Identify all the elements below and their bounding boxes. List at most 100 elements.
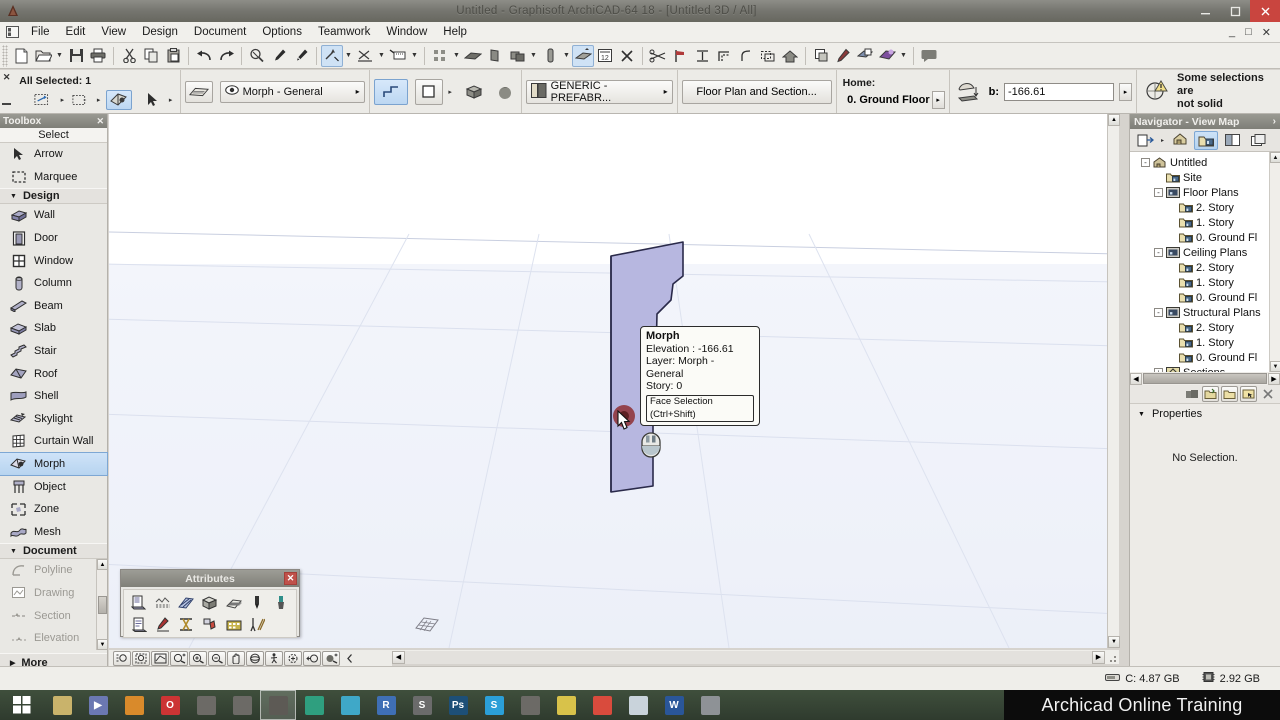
tree-collapse-icon[interactable]: - — [1141, 158, 1150, 167]
toolbox-item-polyline[interactable]: Polyline — [0, 559, 107, 582]
document-close-button[interactable]: ✕ — [1257, 26, 1276, 39]
selection-arrow-icon[interactable] — [31, 90, 55, 110]
cut-icon[interactable] — [118, 45, 140, 67]
orbit-icon[interactable] — [246, 650, 264, 666]
find-select-icon[interactable] — [246, 45, 268, 67]
pick-up-parameters-icon[interactable] — [268, 45, 290, 67]
navigator-settings-tab[interactable] — [1133, 131, 1157, 150]
render-icon[interactable] — [876, 45, 898, 67]
intersect-icon[interactable] — [616, 45, 638, 67]
fill-types-icon[interactable] — [152, 593, 175, 613]
copy-icon[interactable] — [140, 45, 162, 67]
comment-icon[interactable] — [918, 45, 940, 67]
tree-collapse-icon[interactable]: - — [1154, 308, 1163, 317]
fit-in-window-icon[interactable] — [151, 650, 169, 666]
taskbar-sketch-icon[interactable]: S — [404, 690, 440, 720]
taskbar-location-icon[interactable] — [296, 690, 332, 720]
toolbox-item-slab[interactable]: Slab — [0, 317, 107, 340]
navigator-tree-item[interactable]: - Structural Plans — [1133, 305, 1280, 320]
taskbar-archicad-2-icon[interactable] — [224, 690, 260, 720]
favorites-icon[interactable] — [184, 80, 213, 103]
toolbox-item-marquee[interactable]: Marquee — [0, 166, 107, 189]
toolbox-item-stair[interactable]: Stair — [0, 340, 107, 363]
attributes-close-icon[interactable]: ✕ — [284, 572, 297, 585]
solid-element-operations-icon[interactable] — [462, 45, 484, 67]
previous-zoom-icon[interactable] — [284, 650, 302, 666]
elevate-icon[interactable] — [572, 44, 594, 67]
toolbox-item-wall[interactable]: Wall — [0, 204, 107, 227]
arrow-tool-icon[interactable] — [142, 90, 164, 110]
taskbar-media-player-icon[interactable]: ▶ — [80, 690, 116, 720]
navigator-properties-header[interactable]: ▼ Properties — [1130, 404, 1280, 424]
toolbox-item-section[interactable]: Section — [0, 604, 107, 627]
split-icon[interactable] — [647, 45, 669, 67]
geometry-method-dropdown-icon[interactable]: ▸ — [445, 81, 456, 103]
toolbox-item-skylight[interactable]: Skylight — [0, 408, 107, 431]
open-file-icon[interactable] — [32, 45, 54, 67]
zoom-to-selection-icon[interactable] — [132, 650, 150, 666]
navigator-hscroll-thumb[interactable] — [1143, 373, 1267, 384]
viewport-scroll-right-icon[interactable]: ▶ — [1092, 650, 1105, 664]
trim-dropdown-arrow-icon[interactable]: ▼ — [376, 45, 387, 67]
navigator-tree-item[interactable]: - Floor Plans — [1133, 185, 1280, 200]
view-settings-icon[interactable] — [1240, 386, 1257, 402]
menu-item-teamwork[interactable]: Teamwork — [310, 23, 378, 41]
measure-dropdown-arrow-icon[interactable]: ▼ — [409, 45, 420, 67]
toolbox-item-shell[interactable]: Shell — [0, 385, 107, 408]
building-material-arrow-icon[interactable]: ▸ — [658, 87, 668, 96]
info-box-close[interactable]: ✕ — [0, 70, 13, 113]
elevation-reference-icon[interactable] — [954, 82, 984, 102]
menu-item-window[interactable]: Window — [378, 23, 435, 41]
tree-expand-icon[interactable]: + — [1154, 368, 1163, 372]
taskbar-chrome-icon[interactable] — [584, 690, 620, 720]
explode-dropdown-arrow-icon[interactable]: ▼ — [451, 45, 462, 67]
chevron-right-icon[interactable]: › — [1273, 116, 1276, 127]
navigator-tree[interactable]: - Untitled Site - Floor Plans 2. Story 1. Stor… — [1130, 152, 1280, 372]
wall-connect-icon[interactable] — [484, 45, 506, 67]
toolbox-item-morph[interactable]: Morph — [0, 451, 108, 477]
home-story-dropdown-icon[interactable]: ▸ — [931, 90, 945, 109]
column-tool-icon[interactable] — [539, 45, 561, 67]
zoom-in-out-icon[interactable] — [170, 650, 188, 666]
viewport-horizontal-scrollbar[interactable]: ◀ ▶ — [392, 650, 1119, 664]
zoom-in-icon[interactable] — [189, 650, 207, 666]
zone-categories-icon[interactable] — [199, 614, 222, 634]
toolbox-group-design[interactable]: ▼ Design — [0, 188, 107, 205]
zoom-out-icon[interactable] — [208, 650, 226, 666]
toolbox-item-mesh[interactable]: Mesh — [0, 521, 107, 544]
magic-wand-icon[interactable] — [321, 44, 343, 67]
taskbar-archicad-active-icon[interactable] — [260, 690, 296, 720]
navigator-tree-item[interactable]: 1. Story — [1133, 215, 1280, 230]
paste-icon[interactable] — [162, 45, 184, 67]
toolbox-item-arrow[interactable]: Arrow — [0, 143, 107, 166]
taskbar-book-icon[interactable] — [620, 690, 656, 720]
selection-hotspot[interactable] — [611, 403, 637, 432]
prev-arrow-icon[interactable] — [341, 651, 359, 666]
navigator-tree-horizontal-scrollbar[interactable]: ◀ ▶ — [1130, 372, 1280, 385]
elevation-input[interactable] — [1004, 82, 1114, 101]
taskbar-notes-icon[interactable] — [548, 690, 584, 720]
toolbox-close-icon[interactable]: ✕ — [96, 116, 104, 127]
navigator-settings-arrow-icon[interactable]: ▸ — [1159, 129, 1166, 151]
pen-icon[interactable] — [832, 45, 854, 67]
align-icon[interactable] — [506, 45, 528, 67]
geometry-method-rect-icon[interactable] — [414, 78, 443, 105]
city-icon[interactable] — [222, 614, 245, 634]
redo-icon[interactable] — [215, 45, 237, 67]
navigator-tree-item[interactable]: - Ceiling Plans — [1133, 245, 1280, 260]
toolbox-item-drawing[interactable]: Drawing — [0, 582, 107, 605]
toolbar-grip[interactable] — [2, 44, 8, 67]
menu-item-document[interactable]: Document — [186, 23, 254, 41]
navigator-tree-item[interactable]: - Untitled — [1133, 155, 1280, 170]
morph-tool-icon[interactable] — [105, 89, 132, 110]
column-dropdown-arrow-icon[interactable]: ▼ — [561, 45, 572, 67]
navigator-tree-item[interactable]: + Sections — [1133, 365, 1280, 372]
toolbox-item-elevation[interactable]: Elevation — [0, 627, 107, 650]
navigator-tree-vertical-scrollbar[interactable]: ▲ ▼ — [1269, 152, 1280, 372]
toolbox-item-beam[interactable]: Beam — [0, 295, 107, 318]
tree-collapse-icon[interactable]: - — [1154, 188, 1163, 197]
render-dropdown-arrow-icon[interactable]: ▼ — [898, 45, 909, 67]
offset-icon[interactable] — [713, 45, 735, 67]
taskbar-word-icon[interactable]: W — [656, 690, 692, 720]
toolbox-scroll-thumb[interactable] — [98, 595, 107, 614]
